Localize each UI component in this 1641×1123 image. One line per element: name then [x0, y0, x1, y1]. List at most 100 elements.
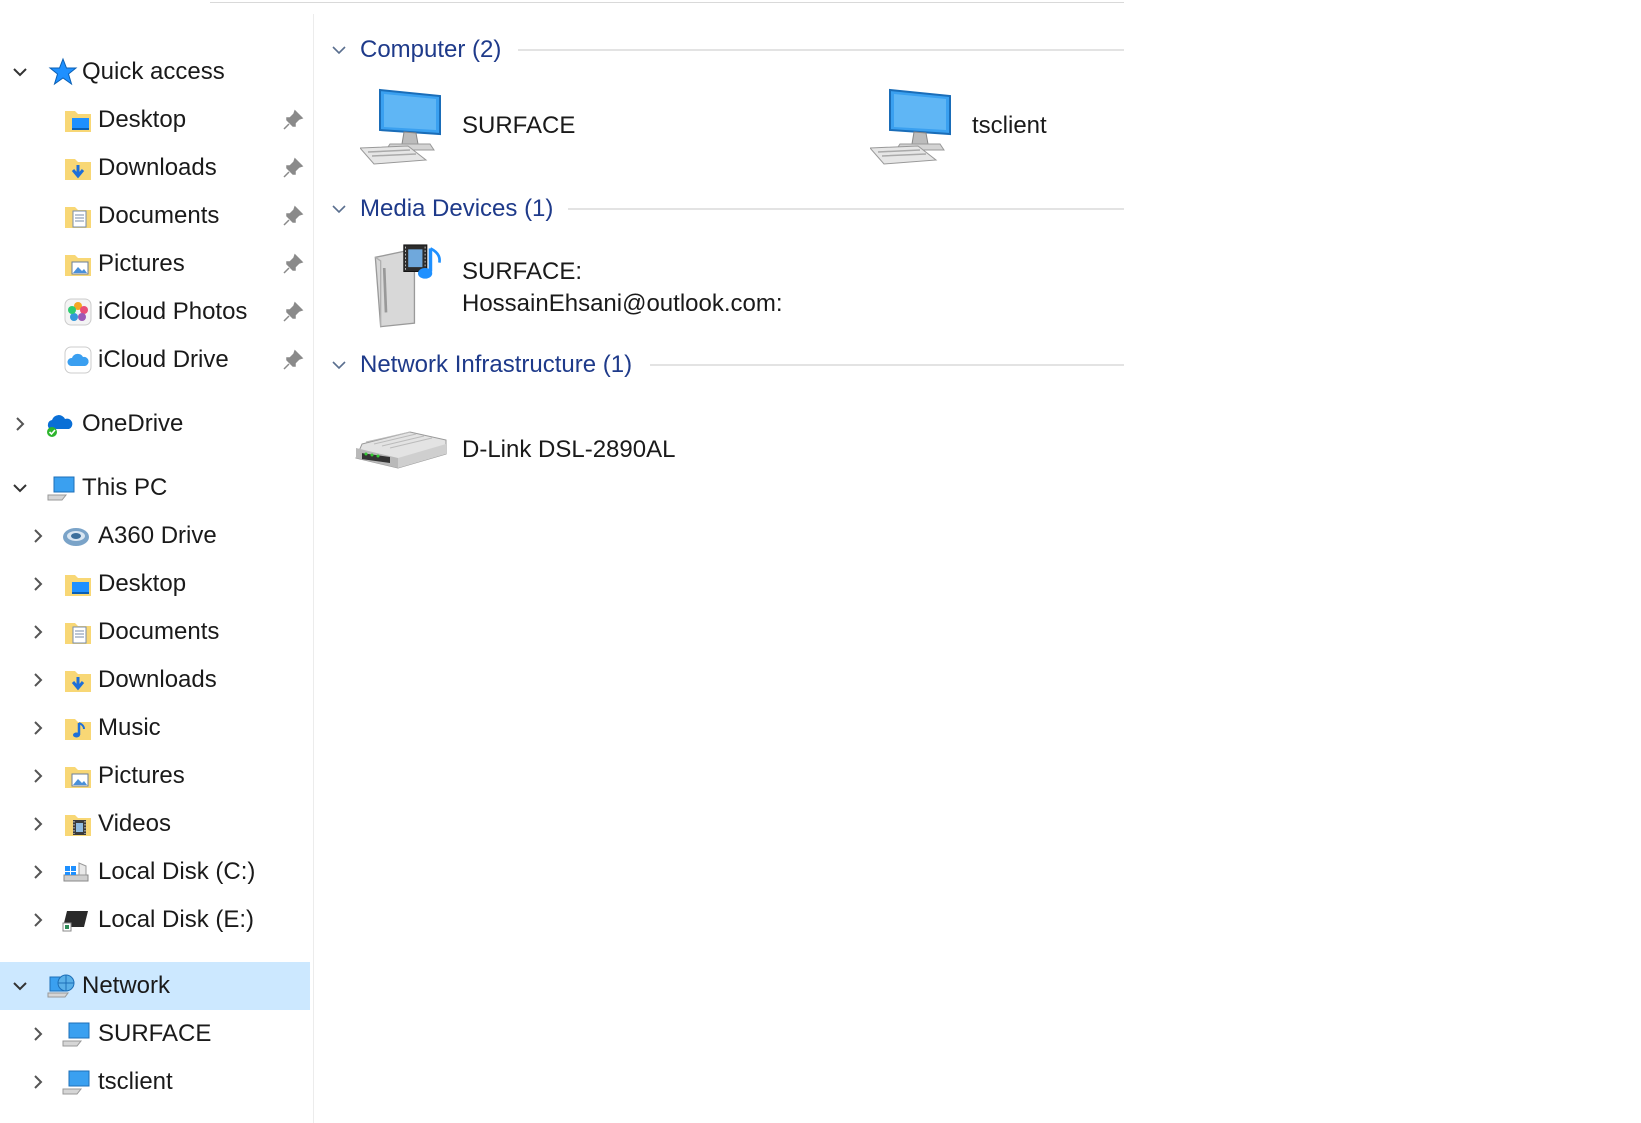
address-bar-border: [210, 2, 1124, 3]
nav-a360-drive[interactable]: A360 Drive: [0, 512, 310, 560]
nav-label: OneDrive: [82, 410, 184, 437]
nav-network[interactable]: Network: [0, 962, 310, 1010]
nav-label: SURFACE: [98, 1020, 212, 1047]
network-icon: [46, 971, 76, 1001]
nav-quick-pictures[interactable]: Pictures: [0, 240, 310, 288]
nav-quick-icloud-photos[interactable]: iCloud Photos: [0, 288, 310, 336]
chevron-right-icon[interactable]: [30, 1074, 46, 1090]
chevron-right-icon[interactable]: [30, 624, 46, 640]
item-label: tsclient: [972, 112, 1047, 139]
pictures-folder-icon: [63, 761, 93, 791]
downloads-folder-icon: [63, 665, 93, 695]
item-computer-tsclient[interactable]: tsclient: [868, 86, 1124, 170]
chevron-down-icon[interactable]: [330, 41, 348, 59]
nav-quick-icloud-drive[interactable]: iCloud Drive: [0, 336, 310, 384]
chevron-down-icon[interactable]: [12, 480, 28, 496]
chevron-down-icon[interactable]: [330, 356, 348, 374]
nav-quick-downloads[interactable]: Downloads: [0, 144, 310, 192]
item-label: D-Link DSL-2890AL: [462, 436, 676, 463]
desktop-folder-icon: [63, 569, 93, 599]
pin-icon[interactable]: [282, 349, 304, 371]
nav-network-surface[interactable]: SURFACE: [0, 1010, 310, 1058]
nav-label: Documents: [98, 618, 220, 645]
group-separator: [568, 208, 1124, 210]
computer-icon: [46, 473, 76, 503]
chevron-right-icon[interactable]: [30, 768, 46, 784]
documents-folder-icon: [63, 201, 93, 231]
nav-network-tsclient[interactable]: tsclient: [0, 1058, 310, 1106]
nav-this-pc[interactable]: This PC: [0, 464, 310, 512]
nav-pc-desktop[interactable]: Desktop: [0, 560, 310, 608]
chevron-right-icon[interactable]: [30, 816, 46, 832]
a360-drive-icon: [61, 521, 91, 551]
chevron-right-icon[interactable]: [30, 1026, 46, 1042]
videos-folder-icon: [63, 809, 93, 839]
group-separator: [650, 364, 1124, 366]
pin-icon[interactable]: [282, 157, 304, 179]
pin-icon[interactable]: [282, 109, 304, 131]
chevron-right-icon[interactable]: [30, 864, 46, 880]
nav-pc-pictures[interactable]: Pictures: [0, 752, 310, 800]
nav-pc-music[interactable]: Music: [0, 704, 310, 752]
computer-icon: [358, 86, 444, 170]
pictures-folder-icon: [63, 249, 93, 279]
nav-label: iCloud Drive: [98, 346, 229, 373]
nav-onedrive[interactable]: OneDrive: [0, 400, 310, 448]
documents-folder-icon: [63, 617, 93, 647]
nav-label: Local Disk (C:): [98, 858, 256, 885]
nav-label: Quick access: [82, 58, 225, 85]
nav-label: Desktop: [98, 106, 187, 133]
pin-icon[interactable]: [282, 301, 304, 323]
chevron-down-icon[interactable]: [12, 64, 28, 80]
nav-pc-videos[interactable]: Videos: [0, 800, 310, 848]
chevron-right-icon[interactable]: [30, 576, 46, 592]
group-title: Media Devices (1): [360, 195, 554, 222]
item-label-line1: SURFACE:: [462, 258, 583, 285]
music-folder-icon: [63, 713, 93, 743]
nav-pc-local-disk-e[interactable]: Local Disk (E:): [0, 896, 310, 944]
nav-label: Music: [98, 714, 161, 741]
nav-label: Pictures: [98, 762, 185, 789]
nav-label: Downloads: [98, 154, 217, 181]
pin-icon[interactable]: [282, 205, 304, 227]
nav-quick-access[interactable]: Quick access: [0, 48, 310, 96]
chevron-right-icon[interactable]: [30, 672, 46, 688]
computer-icon: [868, 86, 954, 170]
navigation-pane: Quick access Desktop Downloads Documents: [0, 0, 312, 1123]
group-header-network-infrastructure[interactable]: Network Infrastructure (1): [330, 350, 632, 380]
chevron-down-icon[interactable]: [12, 978, 28, 994]
chevron-right-icon[interactable]: [30, 528, 46, 544]
nav-pc-local-disk-c[interactable]: Local Disk (C:): [0, 848, 310, 896]
group-title: Computer (2): [360, 36, 502, 63]
group-title: Network Infrastructure (1): [360, 351, 633, 378]
group-header-media-devices[interactable]: Media Devices (1): [330, 194, 553, 224]
icloud-photos-icon: [63, 297, 93, 327]
media-server-icon: [370, 236, 460, 332]
router-icon: [354, 424, 450, 480]
group-header-computer[interactable]: Computer (2): [330, 35, 501, 65]
nav-label: iCloud Photos: [98, 298, 248, 325]
item-label: SURFACE: [462, 112, 576, 139]
nav-quick-desktop[interactable]: Desktop: [0, 96, 310, 144]
computer-icon: [61, 1019, 91, 1049]
chevron-right-icon[interactable]: [30, 912, 46, 928]
pane-divider[interactable]: [313, 14, 314, 1123]
group-separator: [518, 49, 1124, 51]
chevron-down-icon[interactable]: [330, 200, 348, 218]
item-media-surface[interactable]: SURFACE: HossainEhsani@outlook.com:: [360, 236, 790, 336]
nav-pc-downloads[interactable]: Downloads: [0, 656, 310, 704]
nav-pc-documents[interactable]: Documents: [0, 608, 310, 656]
windows-drive-icon: [61, 857, 91, 887]
nav-label: Downloads: [98, 666, 217, 693]
nav-label: Network: [82, 972, 171, 999]
item-label-line2: HossainEhsani@outlook.com:: [462, 290, 783, 317]
item-router-dlink[interactable]: D-Link DSL-2890AL: [354, 418, 784, 482]
pin-icon[interactable]: [282, 253, 304, 275]
chevron-right-icon[interactable]: [12, 416, 28, 432]
drive-icon: [61, 905, 91, 935]
onedrive-icon: [44, 409, 74, 439]
chevron-right-icon[interactable]: [30, 720, 46, 736]
item-computer-surface[interactable]: SURFACE: [358, 86, 790, 170]
nav-quick-documents[interactable]: Documents: [0, 192, 310, 240]
nav-label: This PC: [82, 474, 168, 501]
